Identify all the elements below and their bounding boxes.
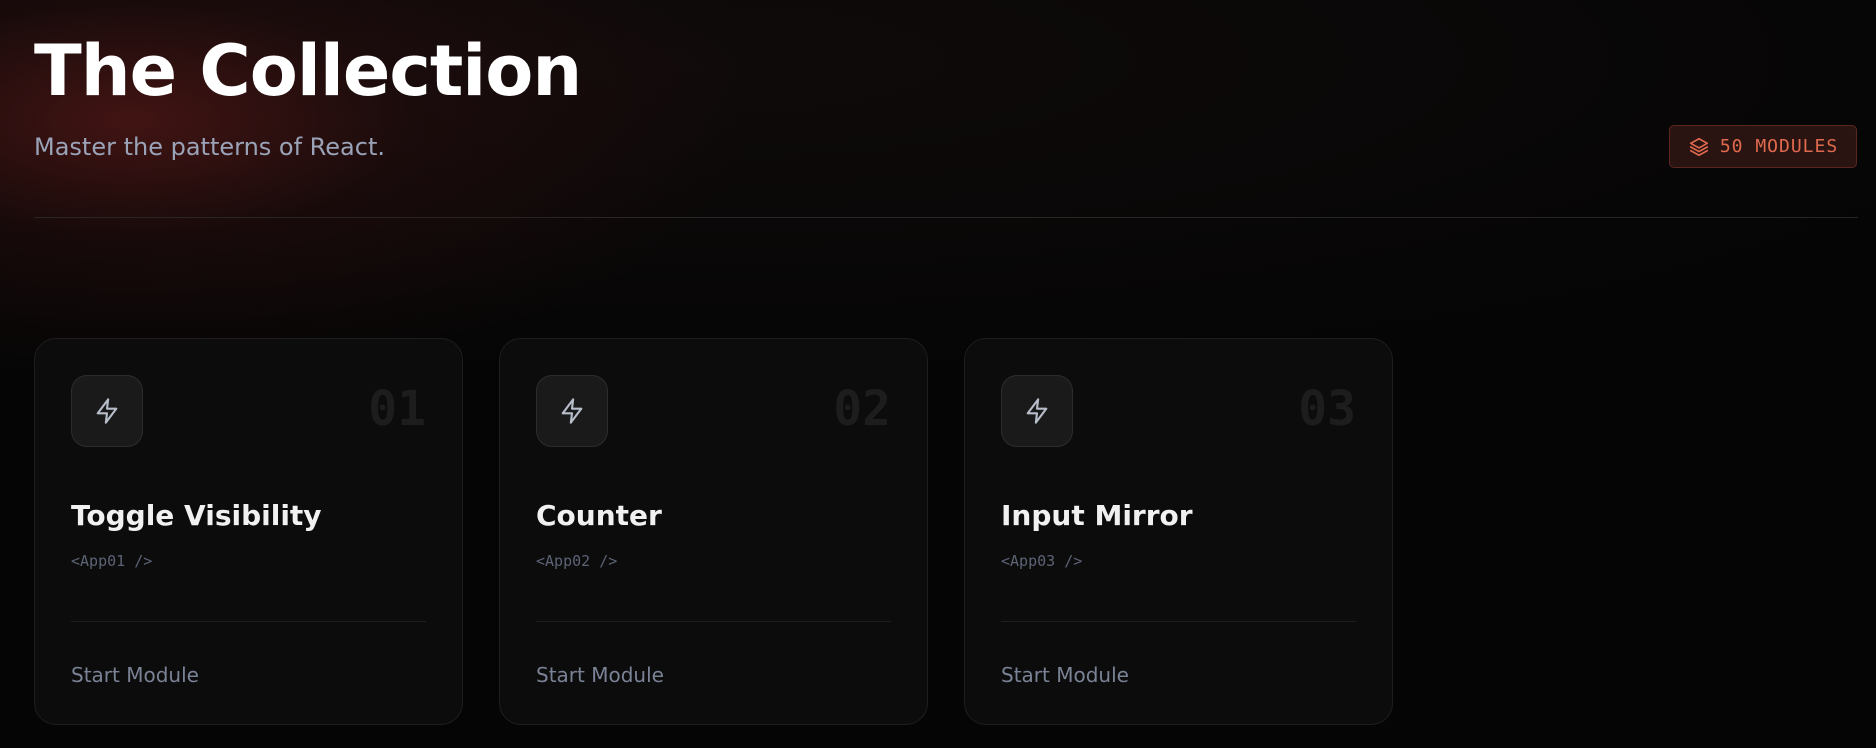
module-title: Counter (536, 499, 662, 532)
header-divider (34, 217, 1858, 218)
module-title: Input Mirror (1001, 499, 1193, 532)
lightning-icon (536, 375, 608, 447)
lightning-icon (1001, 375, 1073, 447)
module-number: 03 (1298, 381, 1356, 437)
start-module-link[interactable]: Start Module (536, 663, 664, 687)
page-header: The Collection Master the patterns of Re… (34, 28, 1858, 161)
page: The Collection Master the patterns of Re… (0, 0, 1876, 748)
module-number: 02 (833, 381, 891, 437)
modules-count-badge: 50 MODULES (1669, 125, 1857, 168)
module-component-name: <App02 /> (536, 552, 618, 570)
page-subtitle: Master the patterns of React. (34, 133, 385, 161)
layers-icon (1688, 136, 1710, 158)
card-divider (1001, 621, 1356, 622)
lightning-icon (71, 375, 143, 447)
start-module-link[interactable]: Start Module (71, 663, 199, 687)
start-module-link[interactable]: Start Module (1001, 663, 1129, 687)
card-divider (71, 621, 426, 622)
modules-count-label: 50 MODULES (1719, 136, 1839, 157)
card-divider (536, 621, 891, 622)
module-number: 01 (368, 381, 426, 437)
page-title: The Collection (34, 30, 582, 112)
module-card-grid: 01 Toggle Visibility <App01 /> Start Mod… (34, 338, 1393, 725)
module-card[interactable]: 01 Toggle Visibility <App01 /> Start Mod… (34, 338, 463, 725)
module-card[interactable]: 02 Counter <App02 /> Start Module (499, 338, 928, 725)
module-component-name: <App01 /> (71, 552, 153, 570)
module-card[interactable]: 03 Input Mirror <App03 /> Start Module (964, 338, 1393, 725)
module-component-name: <App03 /> (1001, 552, 1083, 570)
module-title: Toggle Visibility (71, 499, 322, 532)
